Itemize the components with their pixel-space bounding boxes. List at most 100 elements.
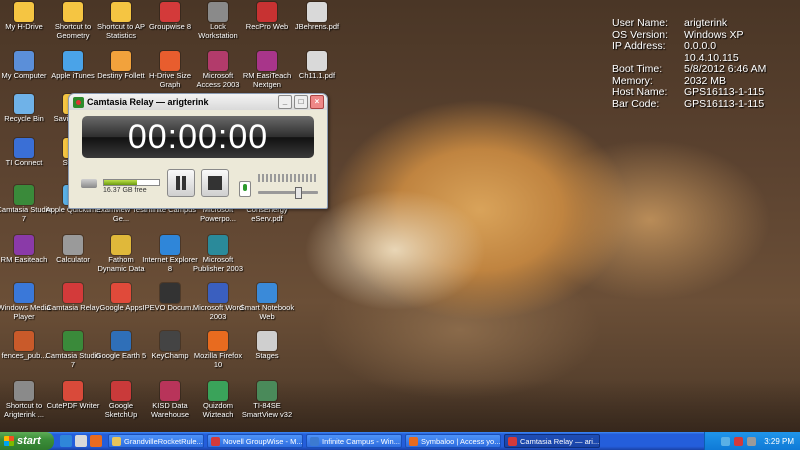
task-app-icon (112, 436, 121, 446)
volume-icon[interactable] (747, 436, 757, 446)
sysinfo-key: Boot Time: (612, 63, 663, 75)
app-icon (14, 381, 34, 401)
desktop-icon[interactable]: Ch11.1.pdf (289, 51, 345, 81)
desktop-icon-label: Microsoft Publisher 2003 (192, 255, 244, 273)
close-button[interactable]: × (310, 95, 324, 109)
volume-slider[interactable] (258, 187, 318, 199)
taskbar-button[interactable]: GrandvilleRocketRule... (108, 434, 204, 448)
maximize-button[interactable]: □ (294, 95, 308, 109)
desktop-icon[interactable]: Google Apps (93, 283, 149, 313)
desktop-icon-label: Fathom Dynamic Data (97, 255, 145, 273)
taskbar-button-label: GrandvilleRocketRule... (124, 436, 203, 446)
app-icon (111, 381, 131, 401)
camtasia-app-icon (73, 96, 84, 108)
windows-flag-icon (4, 436, 14, 446)
app-icon (160, 381, 180, 401)
app-icon (111, 283, 131, 303)
desktop-icon-label: H-Drive Size Graph (148, 71, 192, 89)
desktop-icon[interactable]: Stages (239, 331, 295, 361)
desktop-icon[interactable]: JBehrens.pdf (289, 2, 345, 32)
taskbar-buttons: GrandvilleRocketRule... Novell GroupWise … (108, 434, 603, 448)
desktop-icon[interactable]: Google Earth 5 (93, 331, 149, 361)
sysinfo-key: Bar Code: (612, 97, 660, 110)
desktop-icon-label: RM EasiTeach Nextgen (242, 71, 292, 89)
desktop-icon-label: Google Earth 5 (95, 351, 147, 360)
app-icon (257, 283, 277, 303)
network-icon[interactable] (721, 436, 731, 446)
desktop-icon[interactable]: Microsoft Publisher 2003 (190, 235, 246, 273)
show-desktop-icon[interactable] (75, 435, 87, 447)
hard-drive-icon (81, 179, 97, 188)
desktop-icon-label: Recycle Bin (4, 114, 44, 123)
minimize-button[interactable]: _ (278, 95, 292, 109)
app-icon (208, 331, 228, 351)
desktop-icon[interactable]: RecPro Web (239, 2, 295, 32)
desktop-icon-label: Camtasia Studio 7 (0, 205, 52, 223)
camtasia-relay-window[interactable]: Camtasia Relay — arigterink _ □ × 00:00:… (68, 93, 328, 209)
audio-level-meter (258, 174, 318, 182)
app-icon (208, 235, 228, 255)
clock[interactable]: 3:29 PM (764, 437, 794, 446)
desktop-icon-label: RecPro Web (245, 22, 289, 31)
system-info-overlay: User Name: arigterink OS Version: Windows X… (612, 17, 766, 110)
firefox-quicklaunch-icon[interactable] (90, 435, 102, 447)
window-titlebar[interactable]: Camtasia Relay — arigterink _ □ × (69, 94, 327, 110)
app-icon (160, 283, 180, 303)
microphone-icon[interactable] (239, 181, 251, 197)
app-icon (63, 2, 83, 22)
desktop-icon-label: Ch11.1.pdf (298, 71, 336, 80)
system-tray: 3:29 PM (704, 432, 800, 450)
desktop-icon[interactable]: Microsoft Word 2003 (190, 283, 246, 321)
desktop-icon-label: Calculator (56, 255, 90, 264)
desktop-icon[interactable]: TI-84SE SmartView v32 (239, 381, 295, 419)
camtasia-tray-icon[interactable] (734, 436, 744, 446)
app-icon (208, 283, 228, 303)
app-icon (160, 331, 180, 351)
desktop-icon-label: fences_pub... (1, 351, 47, 360)
app-icon (63, 51, 83, 71)
app-icon (111, 2, 131, 22)
taskbar-button-label: Camtasia Relay — ari... (520, 436, 600, 446)
desktop-icon[interactable]: Destiny Follett (93, 51, 149, 81)
desktop-icon-label: Mozilla Firefox 10 (193, 351, 243, 369)
desktop-icon-label: Microsoft Access 2003 (196, 71, 240, 89)
app-icon (208, 51, 228, 71)
desktop-icon-label: KeyChamp (151, 351, 189, 360)
sysinfo-value: arigterink (684, 17, 728, 29)
taskbar-button[interactable]: Symbaloo | Access yo... (405, 434, 501, 448)
desktop-icon-label: CutePDF Writer (46, 401, 100, 410)
desktop-icon[interactable]: Lock Workstation (190, 2, 246, 40)
desktop-icon[interactable]: RM EasiTeach Nextgen (239, 51, 295, 89)
desktop-icon[interactable]: Google SketchUp (93, 381, 149, 419)
desktop-icon-label: Groupwise 8 (148, 22, 192, 31)
volume-slider-thumb[interactable] (294, 187, 302, 199)
desktop-icon-label: Windows Media Player (0, 303, 51, 321)
desktop-icon[interactable]: Smart Notebook Web (239, 283, 295, 321)
start-button[interactable]: start (0, 432, 54, 450)
desktop-icon-label: Apple iTunes (51, 71, 95, 80)
desktop-icon[interactable]: Quizdom Wizteach (190, 381, 246, 419)
app-icon (63, 381, 83, 401)
stop-button[interactable] (201, 169, 229, 197)
desktop: My H-Drive Shortcut to Geometry Shortcut t… (0, 0, 800, 432)
ie-quicklaunch-icon[interactable] (60, 435, 72, 447)
desktop-icon[interactable]: Fathom Dynamic Data (93, 235, 149, 273)
taskbar-button[interactable]: Novell GroupWise - M... (207, 434, 303, 448)
taskbar-button[interactable]: Infinite Campus - Win... (306, 434, 402, 448)
desktop-icon[interactable]: Mozilla Firefox 10 (190, 331, 246, 369)
desktop-icon[interactable]: Shortcut to AP Statistics (93, 2, 149, 40)
desktop-icon-label: KISD Data Warehouse (150, 401, 190, 419)
taskbar-button[interactable]: Camtasia Relay — ari... (504, 434, 600, 448)
task-app-icon (211, 436, 220, 446)
desktop-icon-label: Google SketchUp (104, 401, 138, 419)
task-app-icon (508, 436, 517, 446)
disk-space-indicator: 16.37 GB free (81, 178, 160, 194)
desktop-icon-label: RM Easiteach (0, 255, 48, 264)
task-app-icon (310, 436, 319, 446)
desktop-icon[interactable]: Microsoft Access 2003 (190, 51, 246, 89)
desktop-icon-label: Shortcut to AP Statistics (97, 22, 145, 40)
pause-button[interactable] (167, 169, 195, 197)
desktop-icon-label: Stages (255, 351, 279, 360)
sysinfo-value: GPS16113-1-115 (684, 97, 765, 110)
desktop-icon-label: My H-Drive (5, 22, 43, 31)
